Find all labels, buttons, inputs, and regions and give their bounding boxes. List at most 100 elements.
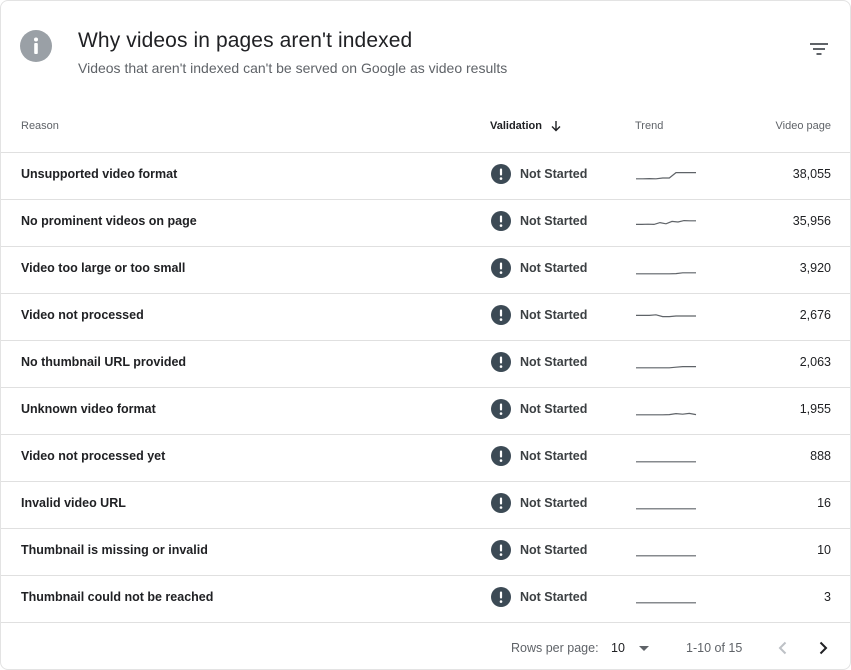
status-text: Not Started: [520, 214, 588, 228]
trend-sparkline: [635, 492, 697, 516]
validation-cell: Not Started: [491, 493, 587, 513]
trend-sparkline: [635, 257, 697, 281]
reason-cell: Video too large or too small: [21, 261, 186, 275]
exclamation-icon: [491, 540, 511, 560]
table-row[interactable]: Unsupported video format Not Started 38,…: [1, 153, 850, 200]
info-icon: [20, 30, 52, 62]
column-header-video-pages[interactable]: Video page: [776, 120, 831, 132]
validation-cell: Not Started: [491, 540, 587, 560]
arrow-down-icon: [551, 121, 561, 132]
status-text: Not Started: [520, 402, 588, 416]
card-title: Why videos in pages aren't indexed: [78, 29, 413, 52]
status-text: Not Started: [520, 167, 588, 181]
pagination-range: 1-10 of 15: [686, 641, 743, 655]
video-pages-cell: 3,920: [799, 261, 831, 275]
exclamation-icon: [491, 211, 511, 231]
table-row[interactable]: Video too large or too small Not Started…: [1, 247, 850, 294]
trend-sparkline-graphic: [636, 272, 696, 275]
pagination-footer: Rows per page: 10 1-10 of 15: [1, 623, 850, 669]
reason-cell: No thumbnail URL provided: [21, 355, 187, 369]
reason-cell: Invalid video URL: [21, 496, 126, 510]
status-text: Not Started: [520, 590, 588, 604]
table-row[interactable]: Invalid video URL Not Started 16: [1, 482, 850, 529]
table-row[interactable]: Unknown video format Not Started 1,955: [1, 388, 850, 435]
filter-icon[interactable]: [807, 37, 831, 61]
table-row[interactable]: No thumbnail URL provided Not Started 2,…: [1, 341, 850, 388]
reason-cell: Unknown video format: [21, 402, 156, 416]
exclamation-icon: [491, 305, 511, 325]
chevron-left-icon[interactable]: [771, 636, 795, 660]
trend-sparkline-graphic: [636, 461, 696, 463]
trend-sparkline: [635, 398, 697, 422]
trend-sparkline: [635, 586, 697, 610]
rows-per-page-select[interactable]: 10: [611, 636, 655, 660]
trend-sparkline-graphic: [636, 602, 696, 604]
trend-line: [636, 219, 696, 226]
table-row[interactable]: Video not processed yet Not Started 888: [1, 435, 850, 482]
validation-cell: Not Started: [491, 399, 587, 419]
table-row[interactable]: No prominent videos on page Not Started …: [1, 200, 850, 247]
video-pages-cell: 38,055: [792, 167, 831, 181]
chevron-right-icon[interactable]: [811, 636, 835, 660]
trend-line: [636, 172, 696, 180]
reasons-table: Reason Validation Trend Video page Unsup…: [1, 106, 850, 623]
trend-sparkline: [635, 351, 697, 375]
validation-cell: Not Started: [491, 258, 587, 278]
trend-sparkline-graphic: [636, 219, 696, 226]
trend-line: [636, 272, 696, 275]
trend-sparkline-graphic: [636, 412, 697, 416]
trend-sparkline: [635, 445, 697, 469]
video-pages-cell: 10: [817, 543, 831, 557]
column-header-validation-label: Validation: [490, 120, 542, 132]
trend-sparkline-graphic: [636, 172, 696, 180]
column-header-validation[interactable]: Validation: [490, 120, 562, 132]
table-header: Reason Validation Trend Video page: [1, 106, 850, 153]
column-header-reason[interactable]: Reason: [21, 120, 59, 132]
exclamation-icon: [491, 587, 511, 607]
trend-line: [636, 314, 696, 318]
rows-per-page-value: 10: [611, 641, 625, 655]
status-text: Not Started: [520, 449, 588, 463]
video-pages-cell: 2,676: [799, 308, 831, 322]
trend-sparkline-graphic: [636, 555, 696, 557]
validation-cell: Not Started: [491, 352, 587, 372]
indexing-report-card: Why videos in pages aren't indexed Video…: [0, 0, 851, 670]
validation-cell: Not Started: [491, 211, 587, 231]
trend-sparkline-graphic: [636, 314, 696, 318]
table-row[interactable]: Thumbnail could not be reached Not Start…: [1, 576, 850, 623]
reason-cell: Video not processed yet: [21, 449, 166, 463]
rows-per-page-label: Rows per page:: [511, 641, 599, 655]
exclamation-icon: [491, 446, 511, 466]
video-pages-cell: 16: [817, 496, 831, 510]
status-text: Not Started: [520, 355, 588, 369]
validation-cell: Not Started: [491, 305, 587, 325]
trend-sparkline-graphic: [636, 366, 696, 369]
status-text: Not Started: [520, 496, 588, 510]
status-text: Not Started: [520, 308, 588, 322]
trend-sparkline: [635, 163, 697, 187]
table-row[interactable]: Video not processed Not Started 2,676: [1, 294, 850, 341]
video-pages-cell: 35,956: [792, 214, 831, 228]
video-pages-cell: 3: [824, 590, 831, 604]
exclamation-icon: [491, 493, 511, 513]
trend-line: [636, 412, 697, 416]
reason-cell: Thumbnail is missing or invalid: [21, 543, 208, 557]
trend-sparkline: [635, 304, 697, 328]
trend-sparkline: [635, 539, 697, 563]
exclamation-icon: [491, 352, 511, 372]
card-subtitle: Videos that aren't indexed can't be serv…: [78, 60, 508, 76]
exclamation-icon: [491, 258, 511, 278]
trend-sparkline: [635, 210, 697, 234]
reason-cell: No prominent videos on page: [21, 214, 197, 228]
video-pages-cell: 1,955: [799, 402, 831, 416]
column-header-trend: Trend: [635, 120, 664, 132]
caret-down-icon: [638, 645, 649, 651]
trend-line: [636, 366, 696, 369]
validation-cell: Not Started: [491, 587, 587, 607]
table-row[interactable]: Thumbnail is missing or invalid Not Star…: [1, 529, 850, 576]
video-pages-cell: 888: [810, 449, 831, 463]
trend-sparkline-graphic: [636, 508, 696, 510]
reason-cell: Unsupported video format: [21, 167, 178, 181]
exclamation-icon: [491, 164, 511, 184]
exclamation-icon: [491, 399, 511, 419]
